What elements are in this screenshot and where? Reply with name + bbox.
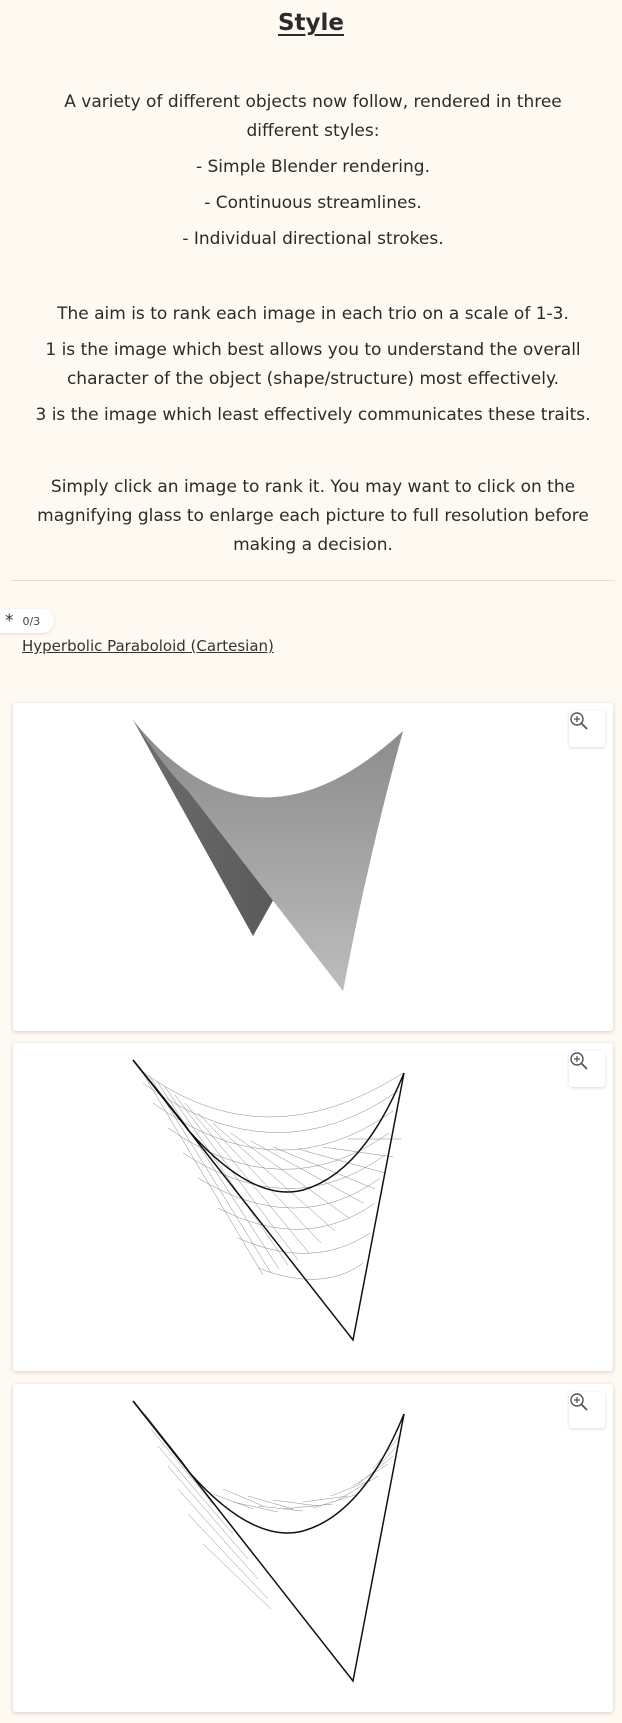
rank-line: 3 is the image which least effectively c… [35, 405, 591, 425]
intro-line: - Simple Blender rendering. [195, 157, 431, 177]
rank-line: 1 is the image which best allows you to … [45, 340, 581, 389]
intro-line: A variety of different objects now follo… [64, 92, 562, 141]
rank-counter: 0/3 [22, 614, 41, 628]
ranking-text: The aim is to rank each image in each tr… [30, 300, 596, 430]
rank-line: The aim is to rank each image in each tr… [57, 304, 569, 324]
page-title: Style [277, 10, 345, 36]
zoom-button[interactable] [569, 1392, 605, 1428]
streamlines-image [132, 1059, 405, 1342]
rank-counter-badge: * 0/3 [0, 609, 54, 633]
zoom-in-icon [570, 1393, 588, 1411]
intro-text: A variety of different objects now follo… [30, 88, 596, 254]
intro-line: - Individual directional strokes. [182, 229, 444, 249]
image-option-blender[interactable] [13, 703, 613, 1031]
instruction-line: Simply click an image to rank it. You ma… [37, 477, 589, 555]
zoom-button[interactable] [569, 1051, 605, 1087]
divider [11, 580, 615, 581]
intro-line: - Continuous streamlines. [204, 193, 422, 213]
object-title-link[interactable]: Hyperbolic Paraboloid (Cartesian) [22, 637, 274, 655]
image-option-streamlines[interactable] [13, 1043, 613, 1371]
blender-render-image [133, 720, 403, 991]
instruction-text: Simply click an image to rank it. You ma… [30, 473, 596, 560]
zoom-in-icon [570, 712, 588, 730]
strokes-image [132, 1400, 405, 1683]
zoom-button[interactable] [569, 711, 605, 747]
image-option-strokes[interactable] [13, 1384, 613, 1712]
zoom-in-icon [570, 1052, 588, 1070]
star-icon: * [5, 610, 14, 631]
